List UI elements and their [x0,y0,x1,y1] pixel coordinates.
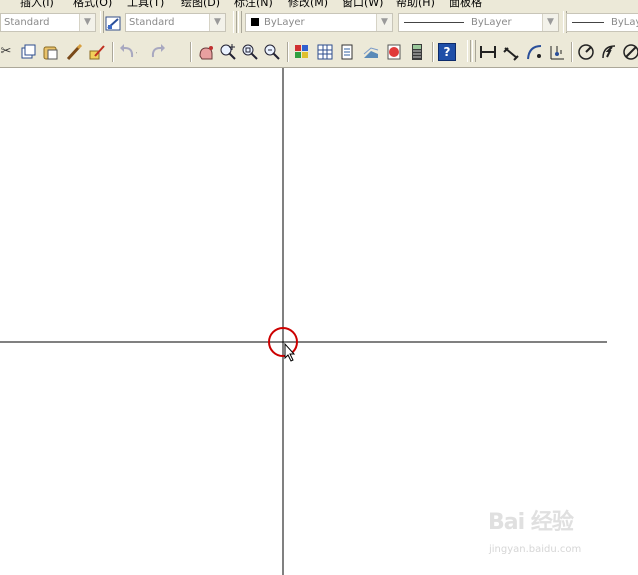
watermark-logo: Bai 经验 [488,510,574,535]
watermark-url: jingyan.baidu.com [489,544,582,555]
crosshair-cursor [0,68,607,575]
arrow-pointer-icon [284,342,296,362]
